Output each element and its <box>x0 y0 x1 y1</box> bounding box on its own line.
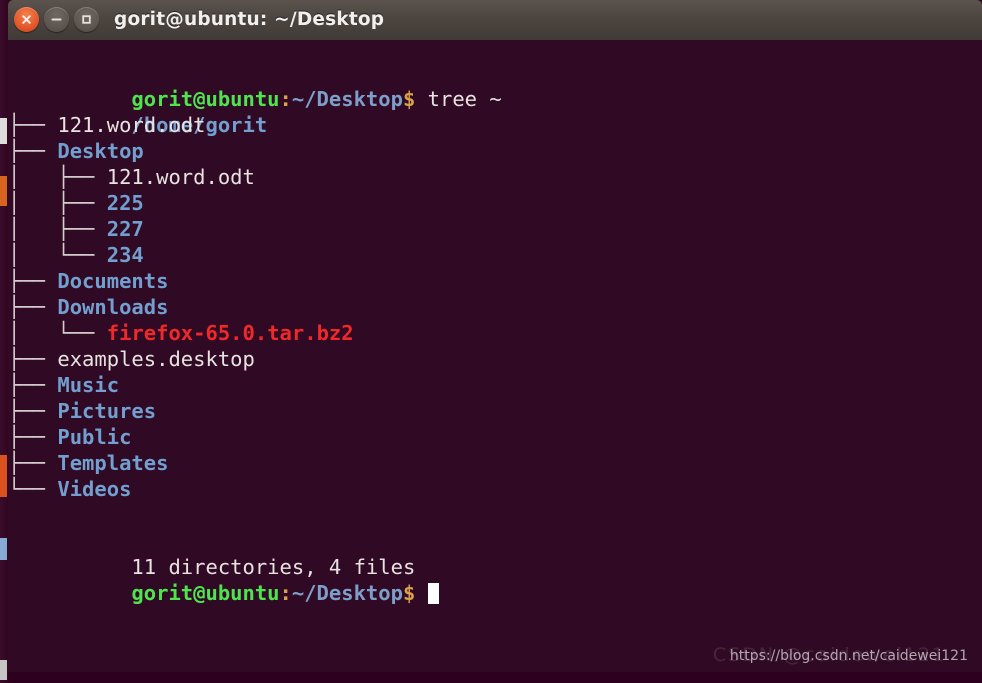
tree-branch-glyph: ├── <box>8 399 58 423</box>
prompt-separator: : <box>279 87 292 111</box>
tree-entry-name: 227 <box>106 217 144 241</box>
tree-entry: ├── Music <box>8 372 982 398</box>
maximize-icon[interactable] <box>74 7 99 32</box>
tree-entry: ├── 121.word.odt <box>8 112 982 138</box>
terminal-window: gorit@ubuntu: ~/Desktop gorit@ubuntu:~/D… <box>8 0 982 672</box>
launcher-icon-4[interactable] <box>0 538 7 560</box>
prompt-user-host: gorit@ubuntu <box>131 87 280 111</box>
tree-branch-glyph: ├── <box>8 425 58 449</box>
tree-summary: 11 directories, 4 files <box>131 555 416 579</box>
launcher-icon-1[interactable] <box>0 118 7 144</box>
watermark-url: https://blog.csdn.net/caidewei121 <box>729 648 968 664</box>
tree-branch-glyph: │ ├── <box>8 191 107 215</box>
tree-entry: │ ├── 227 <box>8 216 982 242</box>
tree-entry-name: Desktop <box>57 139 144 163</box>
terminal-line-command: gorit@ubuntu:~/Desktop$ tree ~ <box>8 60 982 111</box>
tree-entry-name: Templates <box>57 451 169 475</box>
prompt-path: ~/Desktop <box>291 87 403 111</box>
tree-branch-glyph: ├── <box>8 373 58 397</box>
terminal-body[interactable]: gorit@ubuntu:~/Desktop$ tree ~ /home/gor… <box>8 40 982 672</box>
close-icon[interactable] <box>14 7 39 32</box>
tree-output: ├── 121.word.odt ├── Desktop │ ├── 121.wor… <box>8 112 982 502</box>
tree-entry-name: examples.desktop <box>57 347 255 371</box>
tree-entry-name: Videos <box>57 477 132 501</box>
prompt-sigil-final: $ <box>402 581 416 605</box>
tree-entry-name: Documents <box>57 269 169 293</box>
tree-entry-name: Pictures <box>57 399 157 423</box>
window-controls <box>14 7 99 32</box>
tree-branch-glyph: └── <box>8 477 58 501</box>
tree-entry-name: Downloads <box>57 295 169 319</box>
tree-entry-name: 225 <box>106 191 144 215</box>
window-title: gorit@ubuntu: ~/Desktop <box>114 9 385 30</box>
tree-entry: ├── Downloads <box>8 294 982 320</box>
tree-entry: ├── Templates <box>8 450 982 476</box>
tree-entry: ├── examples.desktop <box>8 346 982 372</box>
prompt-separator-final: : <box>279 581 292 605</box>
tree-entry-name: Public <box>57 425 132 449</box>
unity-launcher-strip[interactable] <box>0 0 8 683</box>
tree-branch-glyph: ├── <box>8 139 58 163</box>
tree-branch-glyph: │ ├── <box>8 217 107 241</box>
tree-branch-glyph: ├── <box>8 295 58 319</box>
desktop-background: gorit@ubuntu: ~/Desktop gorit@ubuntu:~/D… <box>0 0 982 683</box>
tree-entry: ├── Desktop <box>8 138 982 164</box>
tree-branch-glyph: ├── <box>8 347 58 371</box>
tree-entry: │ ├── 121.word.odt <box>8 164 982 190</box>
text-cursor <box>427 583 439 604</box>
tree-entry: ├── Public <box>8 424 982 450</box>
tree-entry-name: Music <box>57 373 120 397</box>
prompt-user-host-final: gorit@ubuntu <box>131 581 280 605</box>
tree-entry-name: 121.word.odt <box>106 165 255 189</box>
tree-entry-name: firefox-65.0.tar.bz2 <box>106 321 354 345</box>
tree-branch-glyph: ├── <box>8 451 58 475</box>
tree-entry: │ └── firefox-65.0.tar.bz2 <box>8 320 982 346</box>
tree-branch-glyph: │ ├── <box>8 165 107 189</box>
tree-entry-name: 121.word.odt <box>57 113 206 137</box>
tree-branch-glyph: │ └── <box>8 321 107 345</box>
tree-entry: ├── Pictures <box>8 398 982 424</box>
launcher-icon-3[interactable] <box>0 455 7 497</box>
tree-entry: └── Videos <box>8 476 982 502</box>
prompt-sigil: $ <box>402 87 416 111</box>
tree-entry: ├── Documents <box>8 268 982 294</box>
window-titlebar[interactable]: gorit@ubuntu: ~/Desktop <box>8 0 982 40</box>
prompt-path-final: ~/Desktop <box>291 581 403 605</box>
minimize-icon[interactable] <box>44 7 69 32</box>
terminal-screen: gorit@ubuntu:~/Desktop$ tree ~ /home/gor… <box>8 60 982 605</box>
typed-command: tree ~ <box>415 87 502 111</box>
tree-entry: │ ├── 225 <box>8 190 982 216</box>
launcher-icon-5[interactable] <box>0 660 7 680</box>
tree-branch-glyph: │ └── <box>8 243 107 267</box>
tree-entry-name: 234 <box>106 243 144 267</box>
tree-entry: │ └── 234 <box>8 242 982 268</box>
tree-branch-glyph: ├── <box>8 113 58 137</box>
tree-branch-glyph: ├── <box>8 269 58 293</box>
launcher-icon-2[interactable] <box>0 176 7 206</box>
terminal-line-summary: 11 directories, 4 files <box>8 528 982 579</box>
